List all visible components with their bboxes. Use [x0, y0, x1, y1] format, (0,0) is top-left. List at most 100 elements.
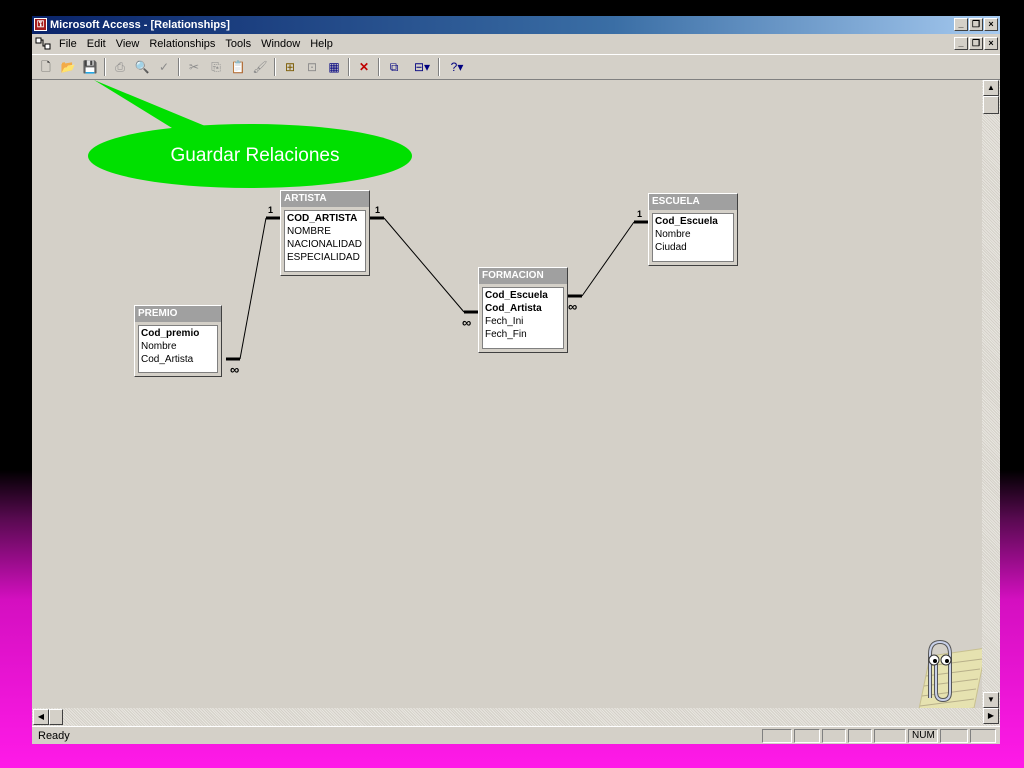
- field-item[interactable]: Cod_Artista: [141, 353, 217, 366]
- one-label: 1: [268, 205, 273, 215]
- show-all-icon[interactable]: ▦: [324, 58, 344, 76]
- field-list: Cod_Escuela Cod_Artista Fech_Ini Fech_Fi…: [482, 287, 564, 349]
- show-direct-icon[interactable]: ⊡: [302, 58, 322, 76]
- menu-tools[interactable]: Tools: [220, 34, 256, 54]
- restore-button[interactable]: ❐: [969, 18, 983, 31]
- table-artista[interactable]: ARTISTA COD_ARTISTA NOMBRE NACIONALIDAD …: [280, 190, 370, 276]
- toolbar-separator: [438, 58, 440, 76]
- office-assistant-clippy[interactable]: [900, 636, 982, 708]
- many-label: ∞: [230, 362, 239, 377]
- table-title[interactable]: ARTISTA: [281, 191, 369, 207]
- status-panel: [848, 729, 872, 743]
- minimize-button[interactable]: _: [954, 18, 968, 31]
- open-icon[interactable]: 📂: [58, 58, 78, 76]
- table-title[interactable]: ESCUELA: [649, 194, 737, 210]
- status-panel: [970, 729, 996, 743]
- status-panel: [822, 729, 846, 743]
- show-table-icon[interactable]: ⊞: [280, 58, 300, 76]
- status-panel: [762, 729, 792, 743]
- vertical-scrollbar[interactable]: ▲ ▼ ▶: [982, 80, 1000, 726]
- toolbar-separator: [178, 58, 180, 76]
- scroll-up-button[interactable]: ▲: [983, 80, 999, 96]
- field-item[interactable]: Cod_Artista: [485, 302, 563, 315]
- field-item[interactable]: Nombre: [655, 228, 733, 241]
- save-icon[interactable]: 💾: [80, 58, 100, 76]
- title-bar[interactable]: ⚿ Microsoft Access - [Relationships] _ ❐…: [32, 16, 1000, 34]
- table-premio[interactable]: PREMIO Cod_premio Nombre Cod_Artista: [134, 305, 222, 377]
- num-lock-indicator: NUM: [908, 729, 938, 743]
- status-panel: [874, 729, 906, 743]
- menu-bar: File Edit View Relationships Tools Windo…: [32, 34, 1000, 54]
- menu-view[interactable]: View: [111, 34, 145, 54]
- table-title[interactable]: PREMIO: [135, 306, 221, 322]
- toolbar-separator: [348, 58, 350, 76]
- new-icon[interactable]: 🗋: [36, 58, 56, 76]
- table-title[interactable]: FORMACION: [479, 268, 567, 284]
- close-button[interactable]: ×: [984, 18, 998, 31]
- cut-icon[interactable]: ✂: [184, 58, 204, 76]
- status-panel: [794, 729, 820, 743]
- scroll-left-button[interactable]: ◀: [33, 709, 49, 725]
- hscroll-thumb[interactable]: [49, 709, 63, 725]
- field-item[interactable]: ESPECIALIDAD: [287, 251, 365, 264]
- menu-relationships[interactable]: Relationships: [144, 34, 220, 54]
- callout-pointer: [94, 80, 210, 128]
- scroll-down-button[interactable]: ▼: [983, 692, 999, 708]
- field-item[interactable]: Cod_Escuela: [485, 289, 563, 302]
- menu-edit[interactable]: Edit: [82, 34, 111, 54]
- toolbar: 🗋 📂 💾 ⎙ 🔍 ✓ ✂ ⎘ 📋 🖌 ⊞ ⊡ ▦ ✕ ⧉ ⊟▾ ?▾: [32, 54, 1000, 80]
- paste-icon[interactable]: 📋: [228, 58, 248, 76]
- menu-window[interactable]: Window: [256, 34, 305, 54]
- field-item[interactable]: COD_ARTISTA: [287, 212, 365, 225]
- relationship-artista-formacion[interactable]: [370, 216, 478, 314]
- office-links-icon[interactable]: ⊟▾: [408, 58, 436, 76]
- doc-minimize-button[interactable]: _: [954, 37, 968, 50]
- toolbar-separator: [274, 58, 276, 76]
- delete-icon[interactable]: ✕: [354, 58, 374, 76]
- field-item[interactable]: Fech_Fin: [485, 328, 563, 341]
- new-object-icon[interactable]: ⧉: [384, 58, 404, 76]
- menu-file[interactable]: File: [54, 34, 82, 54]
- relationships-doc-icon[interactable]: [35, 37, 51, 51]
- copy-icon[interactable]: ⎘: [206, 58, 226, 76]
- doc-close-button[interactable]: ×: [984, 37, 998, 50]
- field-list: Cod_premio Nombre Cod_Artista: [138, 325, 218, 373]
- print-icon[interactable]: ⎙: [110, 58, 130, 76]
- many-label: ∞: [462, 315, 471, 330]
- doc-restore-button[interactable]: ❐: [969, 37, 983, 50]
- relationship-artista-premio[interactable]: [226, 216, 281, 361]
- status-panel: [940, 729, 968, 743]
- status-bar: Ready NUM: [32, 726, 1000, 744]
- one-label: 1: [637, 209, 642, 219]
- field-item[interactable]: NOMBRE: [287, 225, 365, 238]
- field-list: COD_ARTISTA NOMBRE NACIONALIDAD ESPECIAL…: [284, 210, 366, 272]
- scroll-thumb[interactable]: [983, 96, 999, 114]
- field-list: Cod_Escuela Nombre Ciudad: [652, 213, 734, 262]
- format-painter-icon[interactable]: 🖌: [250, 58, 270, 76]
- table-escuela[interactable]: ESCUELA Cod_Escuela Nombre Ciudad: [648, 193, 738, 266]
- toolbar-separator: [378, 58, 380, 76]
- access-key-icon[interactable]: ⚿: [34, 18, 47, 31]
- window-title: Microsoft Access - [Relationships]: [50, 19, 230, 31]
- field-item[interactable]: Fech_Ini: [485, 315, 563, 328]
- one-label: 1: [375, 205, 380, 215]
- menu-help[interactable]: Help: [305, 34, 338, 54]
- callout-text: Guardar Relaciones: [170, 145, 340, 166]
- field-item[interactable]: Nombre: [141, 340, 217, 353]
- spelling-icon[interactable]: ✓: [154, 58, 174, 76]
- many-label: ∞: [568, 299, 577, 314]
- table-formacion[interactable]: FORMACION Cod_Escuela Cod_Artista Fech_I…: [478, 267, 568, 353]
- scroll-right-button[interactable]: ▶: [983, 708, 999, 724]
- toolbar-separator: [104, 58, 106, 76]
- field-item[interactable]: NACIONALIDAD: [287, 238, 365, 251]
- field-item[interactable]: Cod_Escuela: [655, 215, 733, 228]
- print-preview-icon[interactable]: 🔍: [132, 58, 152, 76]
- relationships-canvas[interactable]: 1 ∞ 1 ∞ 1 ∞ Guardar Relaciones ARTISTA C…: [32, 80, 982, 708]
- horizontal-scrollbar[interactable]: ◀: [32, 708, 982, 726]
- field-item[interactable]: Cod_premio: [141, 327, 217, 340]
- help-icon[interactable]: ?▾: [444, 58, 470, 76]
- status-text: Ready: [38, 730, 70, 742]
- field-item[interactable]: Ciudad: [655, 241, 733, 254]
- relationship-escuela-formacion[interactable]: [568, 220, 648, 298]
- access-window: ⚿ Microsoft Access - [Relationships] _ ❐…: [32, 16, 1000, 744]
